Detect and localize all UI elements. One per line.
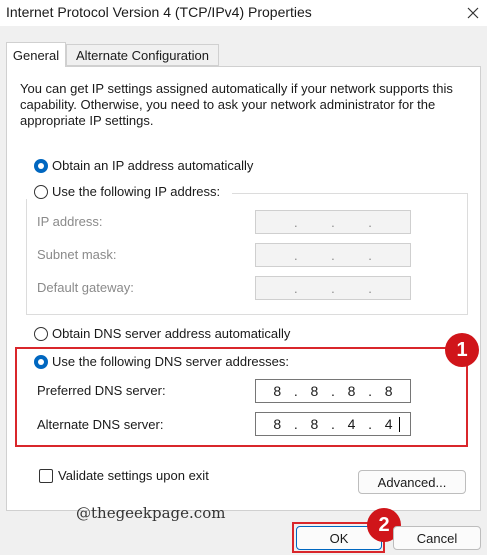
step-badge-1: 1 <box>445 333 479 367</box>
tab-alternate-configuration-label: Alternate Configuration <box>76 47 209 63</box>
close-button[interactable] <box>458 0 487 26</box>
ip-group-border-top <box>232 193 468 194</box>
validate-label[interactable]: Validate settings upon exit <box>58 468 209 483</box>
tab-general-label: General <box>12 47 60 63</box>
ip-manual-radio[interactable] <box>34 185 48 199</box>
dns-auto-radio[interactable] <box>34 327 48 341</box>
validate-checkbox[interactable] <box>39 469 53 483</box>
ip-address-field: ... <box>255 210 411 234</box>
ip-auto-radio[interactable] <box>34 159 48 173</box>
ip-auto-label[interactable]: Obtain an IP address automatically <box>52 158 253 173</box>
description-text: You can get IP settings assigned automat… <box>20 81 453 128</box>
tab-alternate-configuration[interactable]: Alternate Configuration <box>66 44 219 66</box>
watermark: @thegeekpage.com <box>76 504 226 522</box>
default-gateway-label: Default gateway: <box>37 280 134 295</box>
advanced-button[interactable]: Advanced... <box>358 470 466 494</box>
cancel-button[interactable]: Cancel <box>393 526 481 550</box>
subnet-mask-label: Subnet mask: <box>37 247 117 262</box>
subnet-mask-field: ... <box>255 243 411 267</box>
ip-group-border-left <box>26 199 27 315</box>
dns-auto-label[interactable]: Obtain DNS server address automatically <box>52 326 290 341</box>
close-icon <box>467 7 478 19</box>
ip-group-border-bottom <box>26 314 467 315</box>
default-gateway-field: ... <box>255 276 411 300</box>
window-title: Internet Protocol Version 4 (TCP/IPv4) P… <box>6 4 312 20</box>
ip-group-border-right <box>467 193 468 315</box>
ip-manual-label[interactable]: Use the following IP address: <box>52 184 220 199</box>
tab-general[interactable]: General <box>6 42 66 67</box>
dns-highlight-box <box>15 347 468 447</box>
ip-address-label: IP address: <box>37 214 103 229</box>
